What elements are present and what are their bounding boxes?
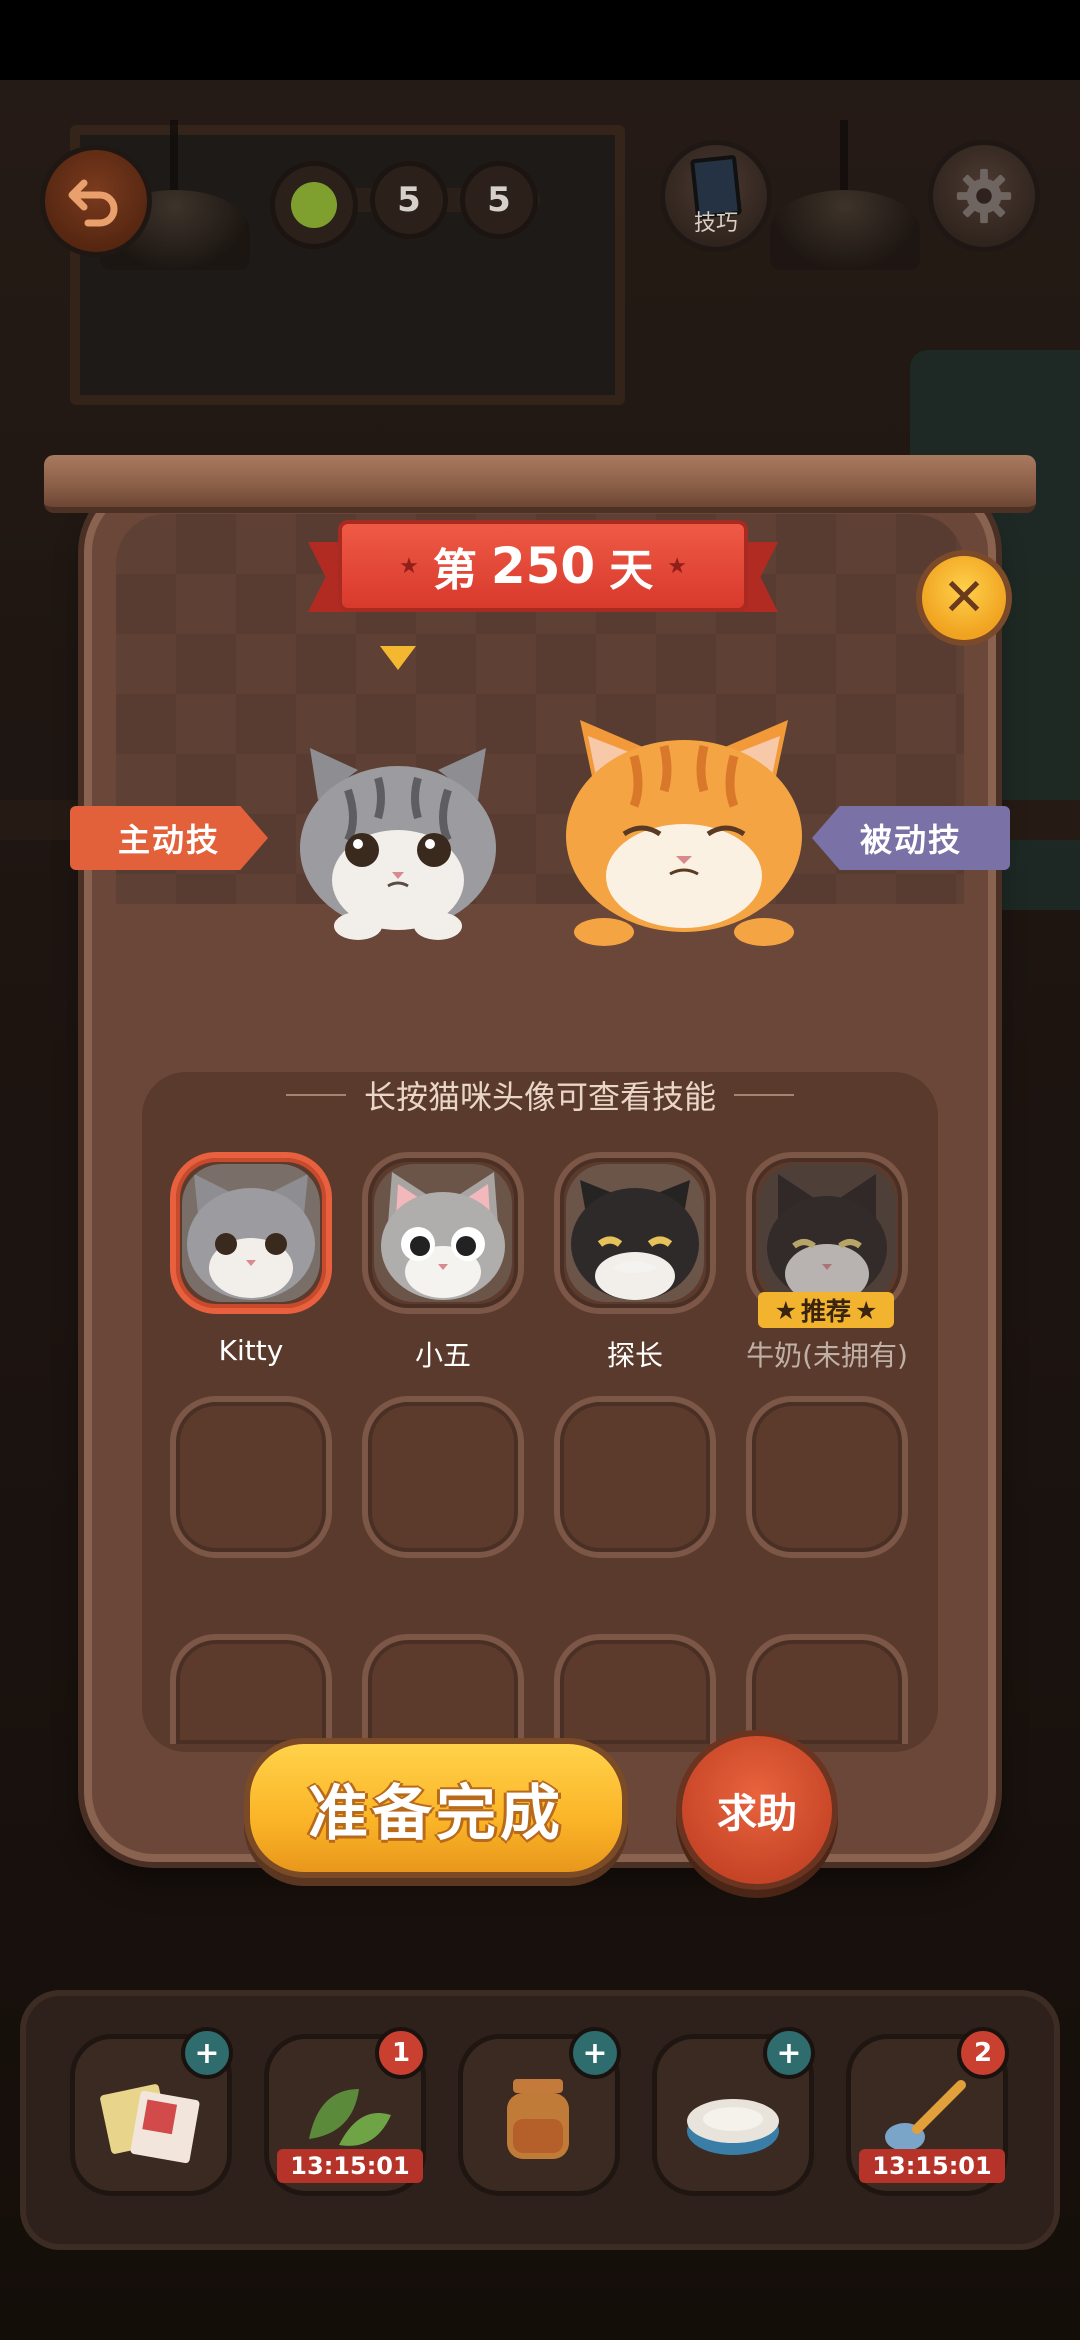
item-count-badge: 1	[375, 2027, 427, 2079]
empty-cat-slot[interactable]	[746, 1634, 908, 1744]
day-prefix: 第	[432, 545, 477, 596]
food-bowl-icon	[687, 2099, 779, 2155]
divider	[285, 1094, 346, 1096]
selection-pointer-icon	[380, 646, 416, 670]
day-title: ★ 第 250 天 ★	[338, 520, 748, 612]
star-icon: ★	[855, 1295, 878, 1325]
day-number: 250	[490, 537, 596, 595]
inventory-item[interactable]: +	[458, 2027, 621, 2196]
cat-name-label: 小五	[414, 1339, 471, 1372]
long-press-hint: 长按猫咪头像可查看技能	[363, 1078, 716, 1116]
empty-cat-slot[interactable]	[554, 1634, 716, 1744]
niunai-avatar	[758, 1164, 896, 1302]
empty-cat-slot[interactable]	[362, 1634, 524, 1744]
item-count-badge: 2	[957, 2027, 1009, 2079]
inventory-item[interactable]: +	[70, 2027, 233, 2196]
add-item-badge[interactable]: +	[569, 2027, 621, 2079]
paw-icon	[291, 182, 337, 228]
item-timer: 13:15:01	[859, 2149, 1005, 2183]
recommended-badge: ★ 推荐 ★	[758, 1292, 894, 1328]
empty-cat-slot[interactable]	[170, 1396, 332, 1558]
level-progress: 5 5	[270, 150, 545, 250]
close-button[interactable]: ✕	[916, 550, 1012, 646]
cat-name-label: Kitty	[218, 1334, 284, 1367]
star-icon: ★	[667, 553, 687, 579]
empty-cat-slot[interactable]	[170, 1634, 332, 1744]
cat-slot-xiaowu[interactable]	[362, 1152, 524, 1314]
divider	[734, 1094, 794, 1096]
help-button[interactable]: 求助	[676, 1730, 838, 1890]
item-timer: 13:15:01	[277, 2149, 423, 2183]
hint-text-row: 长按猫咪头像可查看技能	[180, 1070, 900, 1120]
inventory-item[interactable]: 1 13:15:01	[264, 2027, 427, 2196]
cat-slot-kitty[interactable]	[170, 1152, 332, 1314]
add-item-badge[interactable]: +	[763, 2027, 815, 2079]
progress-node: 5	[370, 161, 448, 239]
active-skill-tag[interactable]: 主动技	[70, 806, 268, 870]
inventory-item[interactable]: 2 13:15:01	[846, 2027, 1009, 2196]
inventory-item[interactable]: +	[652, 2027, 815, 2196]
day-suffix: 天	[609, 545, 654, 596]
star-icon: ★	[774, 1295, 797, 1325]
back-arrow-icon	[68, 179, 118, 227]
recommended-label: 推荐	[800, 1297, 851, 1326]
progress-node: 5	[460, 161, 538, 239]
jar-icon	[507, 2079, 569, 2159]
empty-cat-slot[interactable]	[362, 1396, 524, 1558]
empty-cat-slot[interactable]	[746, 1396, 908, 1558]
cat-slot-niunai[interactable]	[746, 1152, 908, 1314]
wooden-counter	[44, 455, 1036, 513]
star-icon: ★	[399, 553, 419, 579]
progress-start-node	[270, 161, 358, 249]
skills-button-label: 技巧	[693, 211, 738, 236]
close-icon: ✕	[942, 568, 986, 628]
skills-button[interactable]: 技巧	[660, 140, 772, 252]
gear-icon	[956, 168, 1012, 224]
book-icon	[100, 2084, 200, 2164]
empty-cat-slot[interactable]	[554, 1396, 716, 1558]
passive-skill-tag[interactable]: 被动技	[812, 806, 1010, 870]
cat-slot-tanzhang[interactable]	[554, 1152, 716, 1314]
ready-button[interactable]: 准备完成	[244, 1738, 628, 1878]
cat-name-label: 牛奶(未拥有)	[746, 1339, 908, 1372]
kitty-avatar	[182, 1164, 320, 1302]
add-item-badge[interactable]: +	[181, 2027, 233, 2079]
settings-button[interactable]	[928, 140, 1040, 252]
cat-name-label: 探长	[606, 1339, 663, 1372]
back-button[interactable]	[40, 145, 152, 257]
tanzhang-avatar	[566, 1164, 704, 1302]
passive-cat-portrait[interactable]	[554, 706, 814, 946]
day-ribbon: ★ 第 250 天 ★	[308, 520, 778, 620]
active-cat-portrait[interactable]	[288, 730, 508, 940]
xiaowu-avatar	[374, 1164, 512, 1302]
